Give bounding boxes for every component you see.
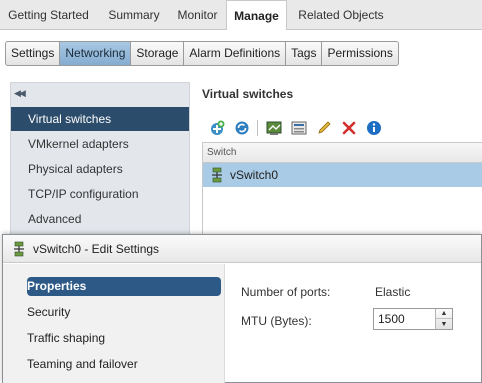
tab-manage[interactable]: Manage [226,0,287,31]
panel-title: Virtual switches [202,87,294,101]
nav-item-virtual-switches[interactable]: Virtual switches [11,107,189,131]
nav-item-vmkernel-adapters[interactable]: VMkernel adapters [11,132,189,156]
switch-toolbar [207,118,389,138]
subtab-networking[interactable]: Networking [60,42,132,65]
refresh-icon[interactable] [232,119,251,137]
chevron-up-icon[interactable]: ▲ [436,309,452,319]
networking-nav: ◀◀ Virtual switches VMkernel adapters Ph… [10,82,190,242]
switch-table: Switch vSwitch0 [202,142,482,242]
manage-adapters-icon[interactable] [289,119,308,137]
mtu-field: ▲ ▼ [373,308,453,330]
dialog-nav-teaming-and-failover[interactable]: Teaming and failover [27,355,221,374]
vswitch-icon [11,241,27,257]
switch-name: vSwitch0 [230,168,279,182]
ports-label: Number of ports: [241,285,331,299]
dialog-content: Number of ports: Elastic MTU (Bytes): ▲ … [226,264,481,383]
toolbar-divider [257,120,258,136]
remove-icon[interactable] [339,119,358,137]
add-networking-icon[interactable] [207,119,226,137]
dialog-title: vSwitch0 - Edit Settings [33,241,160,256]
sub-tab-area: Settings Networking Storage Alarm Defini… [0,30,482,78]
table-row[interactable]: vSwitch0 [203,163,482,187]
nav-item-tcpip-configuration[interactable]: TCP/IP configuration [11,182,189,206]
top-tab-bar: Getting Started Summary Monitor Manage R… [0,0,482,31]
dialog-nav: Properties Security Traffic shaping Team… [3,264,225,383]
subtab-alarm-definitions[interactable]: Alarm Definitions [184,42,287,65]
chevron-down-icon[interactable]: ▼ [436,319,452,329]
tab-summary[interactable]: Summary [99,0,169,30]
dialog-header[interactable]: vSwitch0 - Edit Settings [3,235,481,263]
double-chevron-left-icon[interactable]: ◀◀ [14,88,26,99]
dialog-nav-properties[interactable]: Properties [27,277,221,296]
dialog-nav-traffic-shaping[interactable]: Traffic shaping [27,329,221,348]
subtab-permissions[interactable]: Permissions [322,42,397,65]
mtu-label: MTU (Bytes): [241,314,312,328]
nav-item-physical-adapters[interactable]: Physical adapters [11,157,189,181]
subtab-tags[interactable]: Tags [286,42,323,65]
subtab-settings[interactable]: Settings [6,42,61,65]
subtab-storage[interactable]: Storage [131,42,185,65]
dialog-nav-security[interactable]: Security [27,303,221,322]
mtu-input[interactable] [374,309,435,329]
sub-tab-group: Settings Networking Storage Alarm Defini… [5,41,399,66]
edit-icon[interactable] [314,119,333,137]
tab-monitor[interactable]: Monitor [171,0,224,30]
ports-value: Elastic [375,285,411,299]
info-icon[interactable] [364,119,383,137]
vswitch-icon [209,167,225,183]
edit-settings-dialog: vSwitch0 - Edit Settings Properties Secu… [2,234,482,383]
tab-getting-started[interactable]: Getting Started [0,0,97,30]
virtual-switches-panel: Virtual switches Switch vSwitch0 [195,82,482,242]
column-header-switch[interactable]: Switch [203,143,482,163]
nav-item-advanced[interactable]: Advanced [11,207,189,231]
migrate-icon[interactable] [264,119,283,137]
tab-related-objects[interactable]: Related Objects [289,0,393,30]
mtu-stepper: ▲ ▼ [435,309,452,329]
